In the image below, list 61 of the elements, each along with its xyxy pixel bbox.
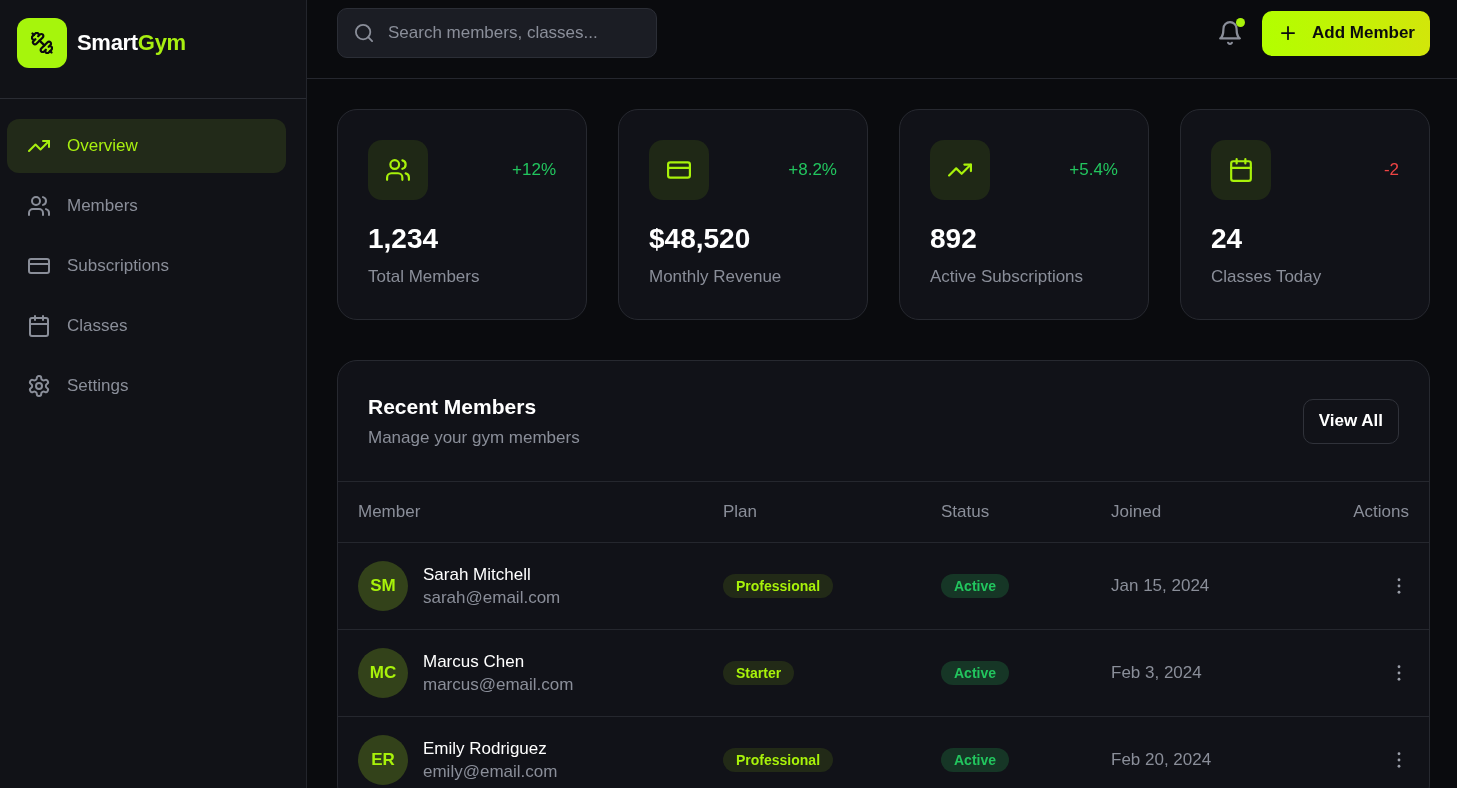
stat-value: 1,234 bbox=[368, 222, 440, 256]
stat-label: Active Subscriptions bbox=[930, 266, 1085, 288]
credit-card-icon bbox=[28, 255, 50, 277]
member-email: emily@email.com bbox=[423, 761, 558, 782]
member-email: marcus@email.com bbox=[423, 674, 574, 695]
joined-date: Feb 3, 2024 bbox=[1111, 663, 1203, 683]
more-icon[interactable] bbox=[1397, 665, 1401, 681]
panel-title: Recent Members bbox=[368, 394, 538, 420]
nav-item[interactable]: Classes bbox=[7, 299, 286, 353]
joined-date: Feb 20, 2024 bbox=[1111, 750, 1213, 770]
more-icon[interactable] bbox=[1397, 752, 1401, 768]
plan-badge: Starter bbox=[723, 661, 795, 685]
stat-value: $48,520 bbox=[649, 222, 752, 256]
dumbbell-logo-icon bbox=[17, 18, 67, 68]
users-icon bbox=[28, 195, 50, 217]
calendar-icon bbox=[28, 315, 50, 337]
add-member-button[interactable]: Add Member bbox=[1262, 10, 1430, 56]
nav-item[interactable]: Settings bbox=[7, 359, 286, 413]
settings-icon bbox=[28, 375, 50, 397]
plan-badge: Professional bbox=[723, 748, 834, 772]
users-icon bbox=[368, 140, 428, 200]
stat-value: 24 bbox=[1211, 222, 1244, 256]
member-name: Marcus Chen bbox=[423, 651, 526, 672]
nav-item[interactable]: Members bbox=[7, 179, 286, 233]
view-all-button[interactable]: View All bbox=[1302, 398, 1399, 444]
change-percentage: +8.2% bbox=[788, 160, 837, 180]
nav-item[interactable]: Overview bbox=[7, 119, 286, 173]
stat-value: 892 bbox=[930, 222, 978, 256]
avatar-initials: ER bbox=[358, 735, 408, 785]
change-percentage: -2 bbox=[1383, 160, 1399, 180]
stat-label: Monthly Revenue bbox=[649, 266, 783, 288]
column-header: Plan bbox=[723, 502, 759, 522]
joined-date: Jan 15, 2024 bbox=[1111, 576, 1211, 596]
trend-up-icon bbox=[930, 140, 990, 200]
column-header: Status bbox=[941, 502, 991, 522]
status-badge: Active bbox=[941, 574, 1010, 598]
change-percentage: +12% bbox=[512, 160, 556, 180]
search-icon bbox=[355, 24, 373, 42]
status-badge: Active bbox=[941, 748, 1010, 772]
change-percentage: +5.4% bbox=[1069, 160, 1118, 180]
avatar-initials: SM bbox=[358, 561, 408, 611]
credit-card-icon bbox=[649, 140, 709, 200]
plan-badge: Professional bbox=[723, 574, 834, 598]
member-name: Emily Rodriguez bbox=[423, 738, 548, 759]
panel-subtitle: Manage your gym members bbox=[368, 427, 580, 449]
search-field[interactable]: Search members, classes... bbox=[337, 8, 657, 58]
calendar-icon bbox=[1211, 140, 1271, 200]
member-name: Sarah Mitchell bbox=[423, 564, 532, 585]
member-email: sarah@email.com bbox=[423, 587, 561, 608]
stat-label: Classes Today bbox=[1211, 266, 1323, 288]
stat-label: Total Members bbox=[368, 266, 481, 288]
column-header: Actions bbox=[1353, 502, 1409, 522]
plus-icon bbox=[1281, 26, 1296, 40]
avatar-initials: MC bbox=[358, 648, 408, 698]
brand-name: SmartGym bbox=[77, 30, 186, 56]
status-badge: Active bbox=[941, 661, 1010, 685]
column-header: Member bbox=[358, 502, 422, 522]
more-icon[interactable] bbox=[1397, 578, 1401, 594]
bell-icon[interactable] bbox=[1219, 21, 1242, 45]
nav-item[interactable]: Subscriptions bbox=[7, 239, 286, 293]
column-header: Joined bbox=[1111, 502, 1163, 522]
